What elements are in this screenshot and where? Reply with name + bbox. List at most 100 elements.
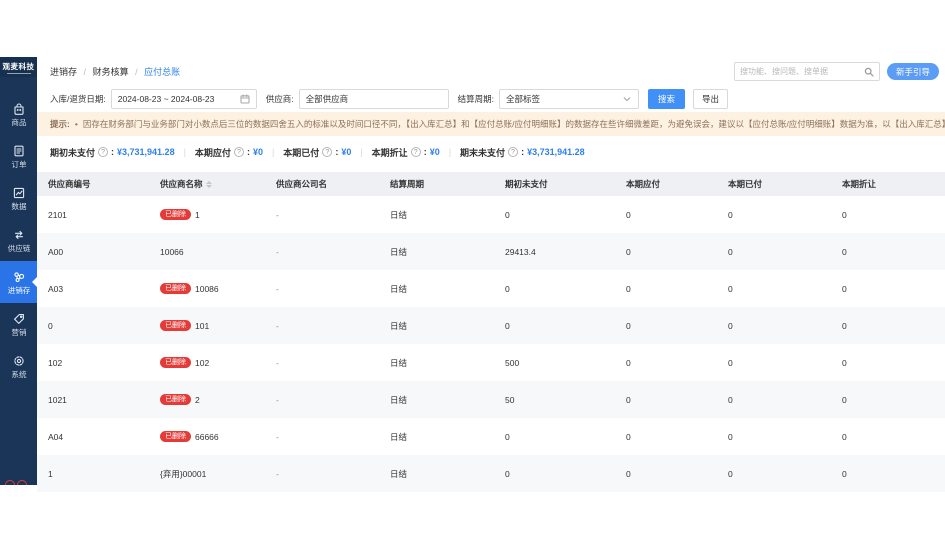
cell-settle-period: 日结	[390, 394, 505, 406]
sidebar-item-label: 进销存	[7, 286, 30, 295]
col-header-settle-period[interactable]: 结算周期	[390, 178, 505, 190]
col-header-supplier-name[interactable]: 供应商名称	[160, 178, 276, 190]
cell-supplier-name: 已删除 10066	[160, 247, 276, 257]
stat-label: 本期已付	[283, 146, 319, 159]
breadcrumb-item[interactable]: 进销存	[50, 67, 77, 77]
col-header-opening-unpaid[interactable]: 期初未支付	[505, 178, 626, 190]
search-icon[interactable]	[864, 67, 874, 77]
cell-settle-period: 日结	[390, 283, 505, 295]
breadcrumb-current: 应付总账	[144, 67, 180, 77]
cell-supplier-name: 已删除 1	[160, 209, 276, 221]
sidebar-item-orders[interactable]: 订单	[0, 135, 37, 177]
help-icon[interactable]: ?	[322, 147, 332, 157]
topbar-right: 新手引导	[734, 62, 939, 81]
table-row[interactable]: A03 已删除 10086 - 日结 0 0 0 0	[37, 270, 945, 307]
stats-bar: 期初未支付 ? : ¥3,731,941.28 | 本期应付 ? : ¥0 | …	[37, 139, 945, 165]
payable-ledger-table: 供应商编号 供应商名称 供应商公司名 结算周期 期初未支付 本期应付 本期已付 …	[37, 172, 945, 492]
cell-period-payable: 0	[626, 210, 728, 220]
cell-company-name: -	[276, 395, 390, 405]
cell-supplier-code: A04	[48, 432, 160, 442]
deleted-badge: 已删除	[160, 320, 191, 332]
sidebar-item-supply-chain[interactable]: 供应链	[0, 219, 37, 261]
date-range-picker[interactable]	[111, 89, 257, 109]
help-icon[interactable]: ?	[98, 147, 108, 157]
cell-period-payable: 0	[626, 358, 728, 368]
cell-opening-unpaid: 500	[505, 358, 626, 368]
cell-company-name: -	[276, 469, 390, 479]
breadcrumb-item[interactable]: 财务核算	[93, 67, 129, 77]
supplier-filter-input[interactable]	[306, 94, 442, 104]
stat-label: 期末未支付	[460, 146, 505, 159]
cell-supplier-code: A00	[48, 247, 160, 257]
table-row[interactable]: 1 已删除 {弃用}00001 - 日结 0 0 0 0	[37, 455, 945, 492]
breadcrumb-separator: /	[84, 67, 87, 77]
help-icon[interactable]: ?	[508, 147, 518, 157]
sidebar-item-label: 订单	[11, 160, 26, 169]
cell-period-payable: 0	[626, 321, 728, 331]
cell-period-paid: 0	[728, 284, 842, 294]
stat-colon: :	[111, 147, 114, 157]
app-logo: 观麦科技	[0, 57, 37, 77]
cell-supplier-code: A03	[48, 284, 160, 294]
cell-opening-unpaid: 50	[505, 395, 626, 405]
col-header-period-paid[interactable]: 本期已付	[728, 178, 842, 190]
col-header-supplier-code[interactable]: 供应商编号	[48, 178, 160, 190]
sidebar-item-system[interactable]: 系统	[0, 345, 37, 387]
sidebar-item-label: 营销	[11, 328, 26, 337]
table-body: 2101 已删除 1 - 日结 0 0 0 0 A00 已删除 10066 -	[37, 196, 945, 492]
cell-period-discount: 0	[842, 210, 945, 220]
cell-opening-unpaid: 0	[505, 432, 626, 442]
sidebar-item-goods[interactable]: 商品	[0, 93, 37, 135]
notice-label: 提示:	[50, 118, 70, 130]
stat-label: 期初未支付	[50, 146, 95, 159]
sidebar-item-label: 供应链	[7, 244, 30, 253]
cell-settle-period: 日结	[390, 468, 505, 480]
table-row[interactable]: 2101 已删除 1 - 日结 0 0 0 0	[37, 196, 945, 233]
supplier-name-text: 101	[195, 321, 209, 331]
help-icon[interactable]: ?	[411, 147, 421, 157]
supplier-name-text: 102	[195, 358, 209, 368]
search-button[interactable]: 搜索	[648, 89, 685, 109]
tag-icon	[12, 312, 26, 326]
cell-period-payable: 0	[626, 432, 728, 442]
col-header-period-discount[interactable]: 本期折让	[842, 178, 945, 190]
date-range-input[interactable]	[118, 94, 240, 104]
sidebar-item-marketing[interactable]: 营销	[0, 303, 37, 345]
global-search-input[interactable]	[740, 67, 864, 76]
topbar: 进销存 / 财务核算 / 应付总账 新手引导	[37, 57, 945, 86]
support-icon[interactable]	[5, 480, 27, 485]
col-header-period-payable[interactable]: 本期应付	[626, 178, 728, 190]
cell-period-payable: 0	[626, 247, 728, 257]
supplier-name-text: 10086	[195, 284, 219, 294]
sidebar-item-inventory[interactable]: 进销存	[0, 261, 37, 303]
cell-supplier-code: 0	[48, 321, 160, 331]
period-filter-label: 结算周期:	[458, 93, 494, 105]
help-icon[interactable]: ?	[234, 147, 244, 157]
table-row[interactable]: A00 已删除 10066 - 日结 29413.4 0 0 0	[37, 233, 945, 270]
table-row[interactable]: 102 已删除 102 - 日结 500 0 0 0	[37, 344, 945, 381]
table-row[interactable]: 1021 已删除 2 - 日结 50 0 0 0	[37, 381, 945, 418]
gear-icon	[12, 354, 26, 368]
stat-value: ¥3,731,941.28	[117, 147, 175, 157]
deleted-badge: 已删除	[160, 357, 191, 369]
sidebar-item-label: 数据	[11, 202, 26, 211]
table-row[interactable]: 0 已删除 101 - 日结 0 0 0 0	[37, 307, 945, 344]
stat-opening-unpaid: 期初未支付 ? : ¥3,731,941.28	[50, 146, 175, 159]
export-button[interactable]: 导出	[693, 89, 728, 109]
sort-icon[interactable]	[206, 181, 212, 188]
global-search-box[interactable]	[734, 62, 880, 81]
cell-opening-unpaid: 0	[505, 284, 626, 294]
newbie-guide-button[interactable]: 新手引导	[887, 63, 939, 80]
notice-text: 因存在财务部门与业务部门对小数点后三位的数据四舍五入的标准以及时间口径不同，【出…	[83, 118, 945, 130]
cell-period-paid: 0	[728, 247, 842, 257]
col-header-company-name[interactable]: 供应商公司名	[276, 178, 390, 190]
shopping-bag-icon	[12, 102, 26, 116]
exchange-arrows-icon	[12, 228, 26, 242]
period-select-value: 全部标签	[506, 93, 540, 105]
supplier-filter-field[interactable]	[299, 89, 449, 109]
calendar-icon	[240, 94, 250, 104]
sidebar-item-data[interactable]: 数据	[0, 177, 37, 219]
table-row[interactable]: A04 已删除 66666 - 日结 0 0 0 0	[37, 418, 945, 455]
period-select[interactable]: 全部标签	[499, 89, 639, 109]
cell-company-name: -	[276, 432, 390, 442]
